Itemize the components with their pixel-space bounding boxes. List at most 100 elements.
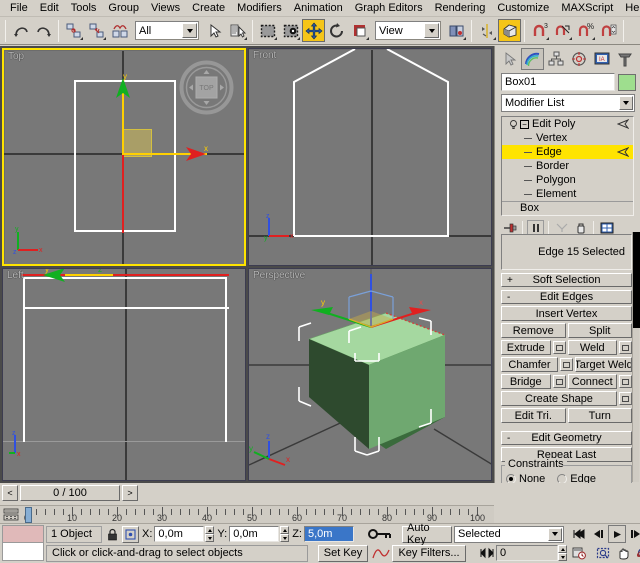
- hierarchy-tab[interactable]: [544, 48, 567, 70]
- stack-base-object[interactable]: Box: [502, 201, 633, 215]
- menu-create[interactable]: Create: [186, 0, 231, 16]
- stack-subobject-edge[interactable]: Edge: [502, 145, 633, 159]
- remove-button[interactable]: Remove: [501, 323, 566, 338]
- current-frame-spinner[interactable]: [558, 545, 567, 561]
- menu-views[interactable]: Views: [145, 0, 186, 16]
- modifier-stack[interactable]: − Edit Poly Vertex Edge Border: [501, 116, 634, 216]
- modifier-list-combo[interactable]: Modifier List: [501, 94, 635, 112]
- use-pivot-center-button[interactable]: [445, 19, 468, 42]
- modify-tab[interactable]: [521, 48, 544, 70]
- coord-z-input[interactable]: 5,0m: [304, 526, 354, 542]
- command-panel-scrollbar[interactable]: [632, 232, 639, 482]
- listener-input-pane[interactable]: [2, 543, 44, 561]
- previous-frame-arrow-button[interactable]: <: [2, 485, 18, 501]
- edit-edges-rollout[interactable]: - Edit Edges: [501, 290, 632, 304]
- menu-modifiers[interactable]: Modifiers: [231, 0, 288, 16]
- selection-filter-combo[interactable]: All: [135, 21, 199, 40]
- next-frame-arrow-button[interactable]: >: [122, 485, 138, 501]
- target-weld-button[interactable]: Target Weld: [575, 357, 632, 372]
- time-configuration-button[interactable]: [570, 544, 588, 562]
- pan-view-button[interactable]: [614, 544, 632, 562]
- object-color-swatch[interactable]: [618, 74, 636, 91]
- listener-output-pane[interactable]: [2, 525, 44, 543]
- current-frame-input[interactable]: 0: [496, 545, 558, 561]
- coord-y-spinner[interactable]: [280, 526, 289, 542]
- weld-settings-button[interactable]: [619, 341, 632, 354]
- maxscript-mini-listener[interactable]: [2, 525, 44, 561]
- create-shape-settings-button[interactable]: [619, 392, 632, 405]
- bridge-settings-button[interactable]: [553, 375, 566, 388]
- extrude-settings-button[interactable]: [553, 341, 566, 354]
- open-mini-curve-editor-button[interactable]: [3, 507, 19, 522]
- track-bar[interactable]: 0 10 20 30 40 50 60 70 80 90 100: [0, 505, 494, 523]
- unlink-selection-button[interactable]: [85, 19, 108, 42]
- bind-to-space-warp-button[interactable]: [108, 19, 131, 42]
- chamfer-button[interactable]: Chamfer: [501, 357, 558, 372]
- select-link-button[interactable]: [62, 19, 85, 42]
- connect-settings-button[interactable]: [619, 375, 632, 388]
- menu-file[interactable]: File: [4, 0, 34, 16]
- orbit-button[interactable]: [634, 544, 640, 562]
- select-by-name-button[interactable]: [226, 19, 249, 42]
- menu-tools[interactable]: Tools: [65, 0, 103, 16]
- key-mode-toggle-button[interactable]: [478, 544, 496, 562]
- connect-button[interactable]: Connect: [568, 374, 618, 389]
- field-of-view-button[interactable]: [594, 544, 612, 562]
- split-button[interactable]: Split: [568, 323, 633, 338]
- select-and-scale-button[interactable]: [348, 19, 371, 42]
- turn-button[interactable]: Turn: [568, 408, 633, 423]
- select-object-button[interactable]: [203, 19, 226, 42]
- next-frame-button[interactable]: [627, 525, 640, 543]
- selection-lock-toggle[interactable]: [104, 526, 120, 543]
- chevron-down-icon[interactable]: [424, 23, 439, 38]
- coord-x-spinner[interactable]: [205, 526, 214, 542]
- coord-y-input[interactable]: 0,0m: [229, 526, 279, 542]
- viewport-front[interactable]: z x y Front: [248, 48, 492, 266]
- stack-item-edit-poly[interactable]: − Edit Poly: [502, 117, 633, 131]
- reference-coordinate-system-combo[interactable]: View: [375, 21, 441, 40]
- key-filters-button[interactable]: Key Filters...: [392, 545, 466, 562]
- snap-toggle-button[interactable]: 3: [528, 19, 551, 42]
- chevron-down-icon[interactable]: [619, 96, 633, 110]
- chevron-down-icon[interactable]: [548, 528, 562, 541]
- time-slider-field[interactable]: 0 / 100: [20, 485, 120, 501]
- create-tab[interactable]: [498, 48, 521, 70]
- display-tab[interactable]: IA: [590, 48, 613, 70]
- menu-group[interactable]: Group: [102, 0, 145, 16]
- select-and-move-button[interactable]: [302, 19, 325, 42]
- bridge-button[interactable]: Bridge: [501, 374, 551, 389]
- auto-key-button[interactable]: Auto Key: [402, 526, 452, 543]
- stack-subobject-polygon[interactable]: Polygon: [502, 173, 633, 187]
- soft-selection-rollout[interactable]: + Soft Selection: [501, 273, 632, 287]
- redo-button[interactable]: [32, 19, 55, 42]
- time-cursor[interactable]: [25, 507, 32, 523]
- menu-graph-editors[interactable]: Graph Editors: [349, 0, 429, 16]
- viewport-perspective[interactable]: y x z x y Perspective: [248, 268, 492, 481]
- constraint-edge-radio[interactable]: Edge: [557, 473, 596, 483]
- undo-button[interactable]: [9, 19, 32, 42]
- viewport-top[interactable]: y x TOP y x z Top: [2, 48, 246, 266]
- key-icon[interactable]: [366, 526, 394, 543]
- light-bulb-icon[interactable]: [508, 119, 519, 130]
- chevron-down-icon[interactable]: [182, 23, 197, 38]
- set-key-button[interactable]: Set Key: [318, 545, 368, 562]
- previous-frame-button[interactable]: [589, 525, 607, 543]
- percent-snap-button[interactable]: %: [574, 19, 597, 42]
- align-button[interactable]: [498, 19, 521, 42]
- extrude-button[interactable]: Extrude: [501, 340, 551, 355]
- menu-rendering[interactable]: Rendering: [429, 0, 492, 16]
- scrollbar-thumb[interactable]: [633, 232, 640, 328]
- create-shape-button[interactable]: Create Shape: [501, 391, 617, 406]
- utilities-tab[interactable]: [613, 48, 636, 70]
- select-and-rotate-button[interactable]: [325, 19, 348, 42]
- insert-vertex-button[interactable]: Insert Vertex: [501, 306, 632, 321]
- weld-button[interactable]: Weld: [568, 340, 618, 355]
- menu-edit[interactable]: Edit: [34, 0, 65, 16]
- absolute-relative-transform-toggle[interactable]: [122, 526, 139, 543]
- menu-maxscript[interactable]: MAXScript: [555, 0, 619, 16]
- constraint-none-radio[interactable]: None: [506, 473, 545, 483]
- motion-tab[interactable]: [567, 48, 590, 70]
- stack-subobject-border[interactable]: Border: [502, 159, 633, 173]
- edit-tri-button[interactable]: Edit Tri.: [501, 408, 566, 423]
- select-and-move-region-button[interactable]: [279, 19, 302, 42]
